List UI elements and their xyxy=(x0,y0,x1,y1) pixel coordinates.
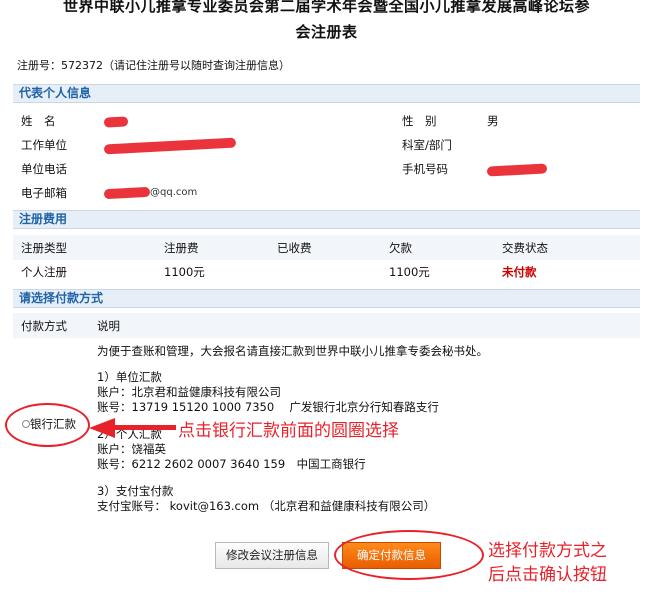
registration-number: 注册号：572372（请记住注册号以随时查询注册信息） xyxy=(17,59,290,72)
page-title-line1: 世界中联小儿推拿专业委员会第二届学术年会暨全国小儿推拿发展高峰论坛参 xyxy=(62,0,590,15)
alipay-title: 3）支付宝付款 xyxy=(97,484,174,498)
annotation-text-radio: 点击银行汇款前面的圆圈选择 xyxy=(178,421,399,441)
fees-col-owed: 欠款 xyxy=(389,241,412,255)
modify-registration-button[interactable]: 修改会议注册信息 xyxy=(215,542,329,569)
page-title-line2: 会注册表 xyxy=(295,23,358,41)
section-personal-info: 代表个人信息 xyxy=(13,84,640,103)
company-transfer-title: 1）单位汇款 xyxy=(97,370,162,384)
company-account-number: 账号：13719 15120 1000 7350 广发银行北京分行知春路支行 xyxy=(97,400,439,414)
fees-row-type: 个人注册 xyxy=(21,265,67,279)
page-title: 世界中联小儿推拿专业委员会第二届学术年会暨全国小儿推拿发展高峰论坛参 会注册表 xyxy=(0,0,653,45)
mobile-label: 手机号码 xyxy=(402,162,448,176)
email-label: 电子邮箱 xyxy=(21,186,67,200)
department-label: 科室/部门 xyxy=(402,138,452,152)
gender-value: 男 xyxy=(487,114,499,128)
redaction-mark xyxy=(486,163,548,177)
personal-account-number: 账号：6212 2602 0007 3640 159 中国工商银行 xyxy=(97,457,366,471)
payment-status-badge: 未付款 xyxy=(502,265,537,279)
section-payment-method: 请选择付款方式 xyxy=(13,289,640,308)
payment-intro: 为便于查账和管理，大会报名请直接汇款到世界中联小儿推拿专委会秘书处。 xyxy=(97,344,488,358)
payment-col-method: 付款方式 xyxy=(21,319,67,333)
fees-col-type: 注册类型 xyxy=(21,241,67,255)
personal-account-name: 账户：饶福英 xyxy=(97,442,166,456)
annotation-circle-button xyxy=(334,530,484,580)
annotation-text-button-line2: 后点击确认按钮 xyxy=(488,565,607,585)
annotation-text-button-line1: 选择付款方式之 xyxy=(488,541,607,561)
name-label: 姓 名 xyxy=(21,114,56,128)
fees-col-status: 交费状态 xyxy=(502,241,548,255)
email-value: @qq.com xyxy=(150,187,198,198)
gender-label: 性 别 xyxy=(402,114,437,128)
redaction-mark xyxy=(103,137,237,155)
redaction-mark xyxy=(103,186,151,200)
section-fees: 注册费用 xyxy=(13,210,640,229)
unit-phone-label: 单位电话 xyxy=(21,162,67,176)
annotation-arrow-shaft xyxy=(112,425,176,430)
redaction-mark xyxy=(103,116,129,128)
company-account-name: 账户：北京君和益健康科技有限公司 xyxy=(97,385,281,399)
work-unit-label: 工作单位 xyxy=(21,138,67,152)
annotation-circle-radio xyxy=(5,403,90,447)
fees-row-fee: 1100元 xyxy=(164,265,205,279)
fees-row-owed: 1100元 xyxy=(389,265,430,279)
fees-col-fee: 注册费 xyxy=(164,241,199,255)
payment-col-desc: 说明 xyxy=(97,319,120,333)
alipay-account: 支付宝账号： kovit@163.com （北京君和益健康科技有限公司） xyxy=(97,499,436,513)
fees-col-paid: 已收费 xyxy=(277,241,312,255)
